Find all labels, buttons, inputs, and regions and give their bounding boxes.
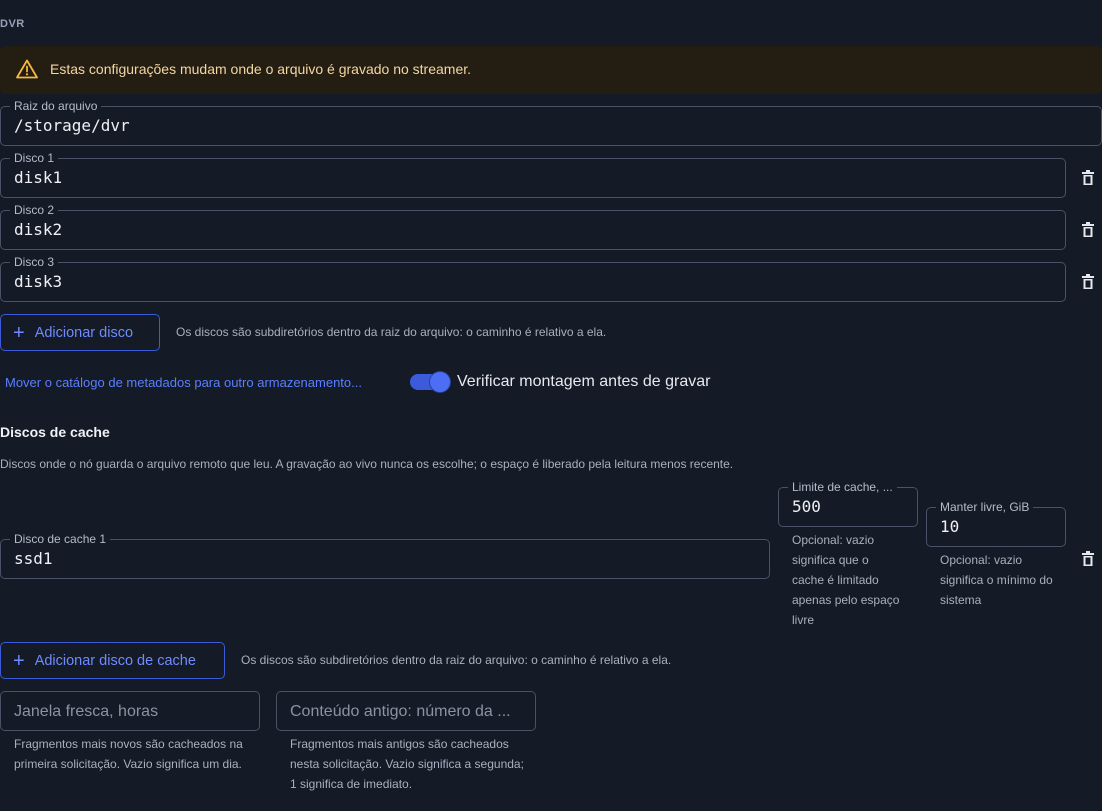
plus-icon: +	[13, 321, 25, 344]
disk-2-label: Disco 2	[10, 203, 59, 217]
disk-3-value[interactable]: disk3	[14, 272, 62, 291]
trash-icon[interactable]	[1082, 170, 1094, 186]
cache-limit-value[interactable]: 500	[792, 497, 821, 516]
disk-3-field[interactable]: Disco 3 disk3	[0, 255, 1066, 302]
archive-root-value[interactable]: /storage/dvr	[14, 116, 130, 135]
disk-2-value[interactable]: disk2	[14, 220, 62, 239]
disk-3-label: Disco 3	[10, 255, 59, 269]
cache-disk-1-field[interactable]: Disco de cache 1 ssd1	[0, 532, 770, 579]
keep-free-value[interactable]: 10	[940, 517, 959, 536]
cache-disk-1-value[interactable]: ssd1	[14, 549, 53, 568]
add-disk-button[interactable]: + Adicionar disco	[0, 314, 160, 351]
fresh-window-helper: Fragmentos mais novos são cacheados na p…	[14, 737, 243, 771]
trash-icon[interactable]	[1082, 274, 1094, 290]
disk-1-field[interactable]: Disco 1 disk1	[0, 151, 1066, 198]
verify-mount-label: Verificar montagem antes de gravar	[457, 373, 711, 390]
cache-disk-1-label: Disco de cache 1	[10, 532, 111, 546]
add-cache-disk-hint: Os discos são subdiretórios dentro da ra…	[241, 653, 672, 667]
verify-mount-toggle[interactable]	[410, 372, 450, 392]
warning-triangle-icon	[16, 59, 38, 79]
archive-root-field[interactable]: Raiz do arquivo /storage/dvr	[0, 99, 1102, 146]
toggle-knob	[430, 372, 450, 392]
cache-limit-label: Limite de cache, ...	[788, 480, 897, 494]
fresh-window-placeholder: Janela fresca, horas	[14, 703, 159, 720]
cache-limit-field[interactable]: Limite de cache, ... 500	[778, 480, 918, 527]
plus-icon: +	[13, 649, 25, 672]
keep-free-field[interactable]: Manter livre, GiB 10	[926, 500, 1066, 547]
add-cache-disk-label: Adicionar disco de cache	[34, 652, 196, 669]
warning-text: Estas configurações mudam onde o arquivo…	[50, 61, 472, 77]
warning-banner: Estas configurações mudam onde o arquivo…	[0, 46, 1102, 94]
add-disk-label: Adicionar disco	[34, 324, 134, 341]
disk-2-field[interactable]: Disco 2 disk2	[0, 203, 1066, 250]
section-title: DVR	[0, 18, 25, 30]
add-disk-hint: Os discos são subdiretórios dentro da ra…	[176, 325, 607, 339]
keep-free-label: Manter livre, GiB	[936, 500, 1034, 514]
disk-1-value[interactable]: disk1	[14, 168, 62, 187]
old-content-field[interactable]: Conteúdo antigo: número da ...	[276, 691, 536, 731]
cache-description: Discos onde o nó guarda o arquivo remoto…	[0, 457, 734, 471]
fresh-window-field[interactable]: Janela fresca, horas	[0, 691, 260, 731]
old-content-helper: Fragmentos mais antigos são cacheados ne…	[290, 737, 524, 791]
trash-icon[interactable]	[1082, 551, 1094, 567]
archive-root-label: Raiz do arquivo	[10, 99, 102, 113]
move-catalog-link[interactable]: Mover o catálogo de metadados para outro…	[5, 375, 362, 390]
add-cache-disk-button[interactable]: + Adicionar disco de cache	[0, 642, 225, 679]
disk-1-label: Disco 1	[10, 151, 59, 165]
old-content-placeholder: Conteúdo antigo: número da ...	[290, 703, 511, 720]
cache-limit-helper: Opcional: vazio significa que o cache é …	[792, 533, 900, 627]
cache-heading: Discos de cache	[0, 424, 110, 440]
trash-icon[interactable]	[1082, 222, 1094, 238]
keep-free-helper: Opcional: vazio significa o mínimo do si…	[940, 553, 1053, 607]
